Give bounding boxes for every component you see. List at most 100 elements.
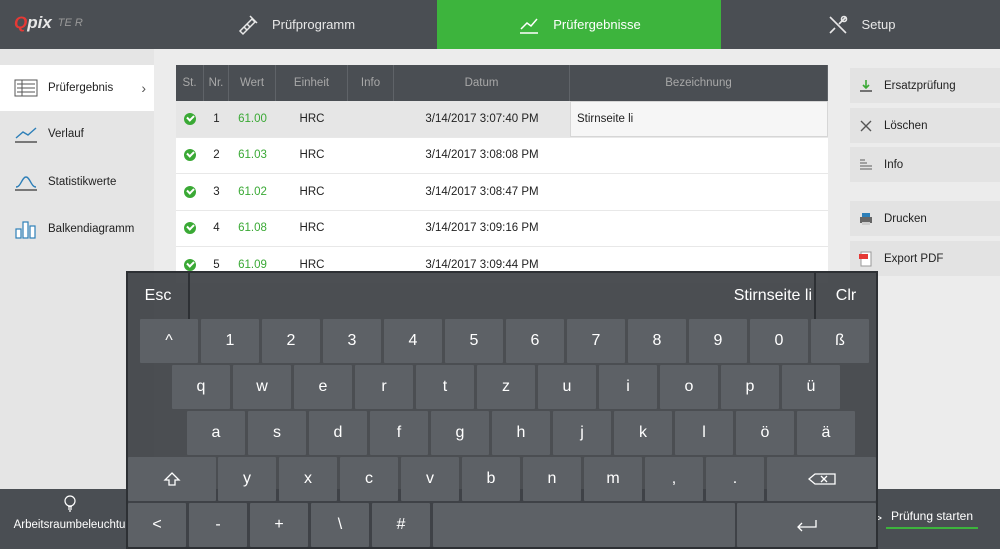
key-l[interactable]: l [675, 411, 733, 455]
sidebar-item-label: Statistikwerte [48, 176, 117, 188]
key-2[interactable]: 2 [262, 319, 320, 363]
sidebar-item-statistikwerte[interactable]: Statistikwerte [0, 159, 154, 205]
key-9[interactable]: 9 [689, 319, 747, 363]
row-date: 3/14/2017 3:08:08 PM [425, 149, 539, 162]
key-8[interactable]: 8 [628, 319, 686, 363]
key-p[interactable]: p [721, 365, 779, 409]
backspace-key[interactable] [767, 457, 876, 501]
shift-key[interactable] [128, 457, 216, 501]
key-ö[interactable]: ö [736, 411, 794, 455]
key-11[interactable]: ß [811, 319, 869, 363]
key-3[interactable]: v [401, 457, 459, 501]
key-2[interactable]: + [250, 503, 308, 547]
row-number: 1 [204, 101, 229, 137]
column-header[interactable]: St. [176, 65, 204, 101]
row-unit: HRC [299, 185, 325, 198]
key-g[interactable]: g [431, 411, 489, 455]
key-k[interactable]: k [614, 411, 672, 455]
key-r[interactable]: r [355, 365, 413, 409]
key-8[interactable]: . [706, 457, 764, 501]
column-header[interactable]: Wert [229, 65, 276, 101]
key-5[interactable]: n [523, 457, 581, 501]
delete-button[interactable]: Löschen [850, 108, 1000, 143]
key-3[interactable]: \ [311, 503, 369, 547]
sidebar-item-pruefergebnis[interactable]: Prüfergebnis › [0, 65, 154, 111]
row-designation[interactable] [570, 138, 828, 174]
key-4[interactable]: b [462, 457, 520, 501]
key-o[interactable]: o [660, 365, 718, 409]
key-j[interactable]: j [553, 411, 611, 455]
key-u[interactable]: u [538, 365, 596, 409]
row-designation-input[interactable]: Stirnseite li [570, 101, 828, 137]
sidebar-item-verlauf[interactable]: Verlauf [0, 111, 154, 157]
key-4[interactable]: # [372, 503, 430, 547]
key-h[interactable]: h [492, 411, 550, 455]
work-light-button[interactable]: Arbeitsraumbeleuchtu [12, 495, 127, 531]
key-a[interactable]: a [187, 411, 245, 455]
column-header[interactable]: Datum [394, 65, 570, 101]
key-0[interactable]: y [218, 457, 276, 501]
key-w[interactable]: w [233, 365, 291, 409]
table-row[interactable]: 2 61.03 HRC 3/14/2017 3:08:08 PM [176, 137, 828, 174]
key-t[interactable]: t [416, 365, 474, 409]
column-header[interactable]: Einheit [276, 65, 348, 101]
replacement-test-button[interactable]: Ersatzprüfung [850, 68, 1000, 103]
key-7[interactable]: 7 [567, 319, 625, 363]
esc-key[interactable]: Esc [128, 273, 190, 319]
key-4[interactable]: 4 [384, 319, 442, 363]
column-header[interactable]: Bezeichnung [570, 65, 828, 101]
clear-key[interactable]: Clr [814, 273, 876, 319]
key-ü[interactable]: ü [782, 365, 840, 409]
status-ok-icon [184, 222, 196, 235]
key-f[interactable]: f [370, 411, 428, 455]
key-0[interactable]: ^ [140, 319, 198, 363]
key-1[interactable]: - [189, 503, 247, 547]
key-s[interactable]: s [248, 411, 306, 455]
row-designation[interactable] [570, 211, 828, 247]
tab-label: Setup [861, 17, 896, 32]
enter-key[interactable] [737, 503, 876, 547]
tab-pruefergebnisse[interactable]: Prüfergebnisse [437, 0, 721, 49]
key-z[interactable]: z [477, 365, 535, 409]
info-list-icon [860, 158, 872, 170]
key-e[interactable]: e [294, 365, 352, 409]
row-date: 3/14/2017 3:08:47 PM [425, 185, 539, 198]
key-7[interactable]: , [645, 457, 703, 501]
sidebar-item-balkendiagramm[interactable]: Balkendiagramm [0, 206, 154, 252]
row-info [348, 211, 394, 247]
button-label: Drucken [884, 212, 927, 225]
print-button[interactable]: Drucken [850, 201, 1000, 236]
tab-pruefprogramm[interactable]: Prüfprogramm [154, 0, 437, 49]
column-header[interactable]: Info [348, 65, 394, 101]
key-0[interactable]: < [128, 503, 186, 547]
key-6[interactable]: m [584, 457, 642, 501]
logo-text: pix [27, 13, 52, 32]
printer-icon [860, 212, 872, 225]
row-designation[interactable] [570, 174, 828, 210]
key-1[interactable]: 1 [201, 319, 259, 363]
button-label: Info [884, 158, 904, 171]
key-6[interactable]: 6 [506, 319, 564, 363]
key-5[interactable]: 5 [445, 319, 503, 363]
info-button[interactable]: Info [850, 147, 1000, 182]
key-q[interactable]: q [172, 365, 230, 409]
table-row[interactable]: 4 61.08 HRC 3/14/2017 3:09:16 PM [176, 210, 828, 247]
button-label: Export PDF [884, 252, 944, 265]
space-key[interactable] [433, 503, 735, 547]
key-i[interactable]: i [599, 365, 657, 409]
key-2[interactable]: c [340, 457, 398, 501]
start-test-button[interactable]: Prüfung starten [886, 509, 978, 529]
row-unit: HRC [299, 222, 325, 235]
tab-setup[interactable]: Setup [721, 0, 1000, 49]
key-10[interactable]: 0 [750, 319, 808, 363]
key-1[interactable]: x [279, 457, 337, 501]
row-info [348, 138, 394, 174]
key-ä[interactable]: ä [797, 411, 855, 455]
row-value: 61.02 [238, 185, 267, 198]
column-header[interactable]: Nr. [204, 65, 229, 101]
table-row[interactable]: 1 61.00 HRC 3/14/2017 3:07:40 PM Stirnse… [176, 101, 828, 138]
key-d[interactable]: d [309, 411, 367, 455]
key-3[interactable]: 3 [323, 319, 381, 363]
table-row[interactable]: 3 61.02 HRC 3/14/2017 3:08:47 PM [176, 174, 828, 211]
bell-curve-icon [15, 176, 37, 191]
